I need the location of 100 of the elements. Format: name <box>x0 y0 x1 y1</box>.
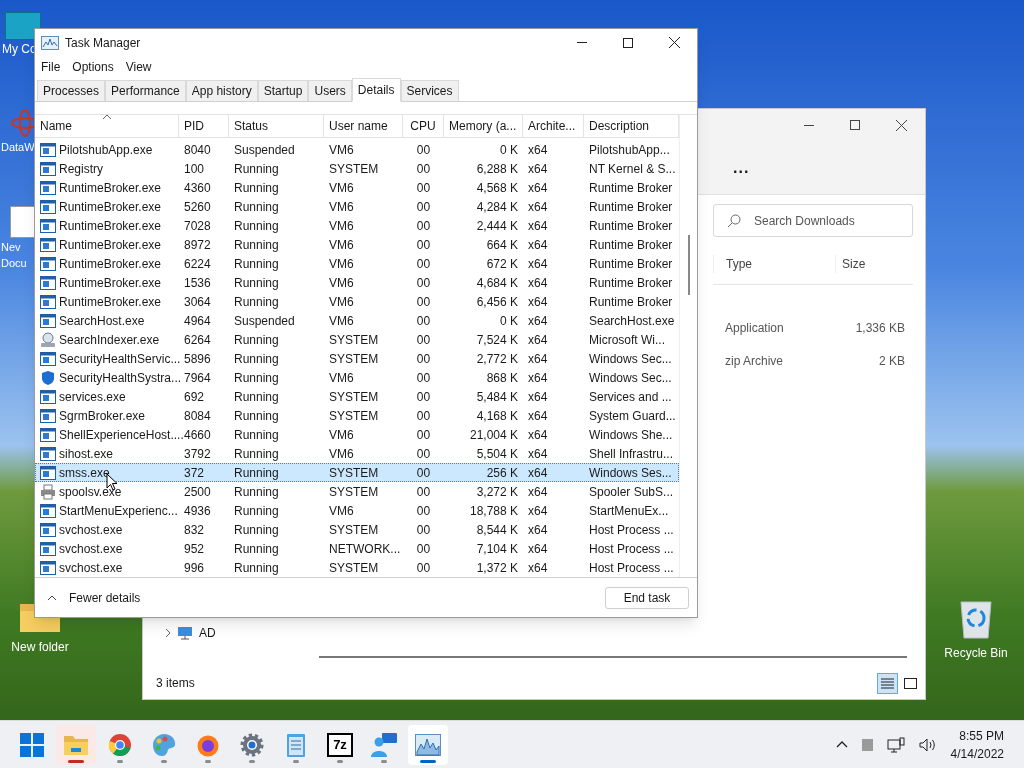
menu-item[interactable]: View <box>121 58 156 76</box>
minimize-icon[interactable] <box>804 124 814 126</box>
menu-item[interactable]: Options <box>68 58 118 76</box>
tab[interactable]: App history <box>185 80 258 101</box>
search-field[interactable]: Search Downloads <box>713 204 913 237</box>
table-cell-text: x64 <box>528 217 548 235</box>
process-row[interactable]: StartMenuExperienc... 4936 Running VM6 00 18,788 K x64 StartMenuEx... <box>35 501 679 520</box>
table-cell-text: SgrmBroker.exe <box>59 407 146 425</box>
taskbar-button[interactable] <box>56 724 96 765</box>
application-icon <box>40 560 56 575</box>
table-cell-text: SecurityHealthSystra... <box>59 369 182 387</box>
table-cell-text: 4936 <box>184 502 211 520</box>
process-row[interactable]: SgrmBroker.exe 8084 Running SYSTEM 00 4,168 K x64 System Guard... <box>35 406 679 425</box>
process-row[interactable]: RuntimeBroker.exe 5260 Running VM6 00 4,284 K x64 Runtime Broker <box>35 197 679 216</box>
column-header[interactable]: Archite... <box>523 115 584 138</box>
tab[interactable]: Details <box>351 78 401 102</box>
tab[interactable]: Users <box>308 80 352 101</box>
process-row[interactable]: SearchHost.exe 4964 Suspended VM6 00 0 K x64 SearchHost.exe <box>35 311 679 330</box>
column-header[interactable]: User name <box>324 115 403 138</box>
table-cell-text: VM6 <box>329 426 354 444</box>
table-cell-text: 00 <box>416 426 431 444</box>
process-row[interactable]: RuntimeBroker.exe 4360 Running VM6 00 4,568 K x64 Runtime Broker <box>35 178 679 197</box>
fewer-details-link[interactable]: Fewer details <box>69 588 141 607</box>
process-row[interactable]: svchost.exe 996 Running SYSTEM 00 1,372 K x64 Host Process ... <box>35 558 679 577</box>
column-header[interactable]: Memory (a... <box>444 115 523 138</box>
process-row[interactable]: RuntimeBroker.exe 8972 Running VM6 00 664 K x64 Runtime Broker <box>35 235 679 254</box>
close-icon[interactable] <box>669 37 680 48</box>
table-cell-text: x64 <box>528 464 548 482</box>
column-header[interactable]: PID <box>179 115 229 138</box>
process-row[interactable]: ShellExperienceHost....4660 Running VM6 00 21,004 K x64 Windows She... <box>35 425 679 444</box>
table-cell-text: x64 <box>528 445 548 463</box>
taskbar-button[interactable] <box>408 724 448 765</box>
column-header[interactable]: Description <box>584 115 679 138</box>
table-cell-text: 8040 <box>184 141 211 159</box>
clock[interactable]: 8:55 PM 4/14/2022 <box>950 726 1004 763</box>
table-cell-text: svchost.exe <box>59 521 123 539</box>
details-view-button[interactable] <box>877 672 898 694</box>
process-row[interactable]: RuntimeBroker.exe 6224 Running VM6 00 672 K x64 Runtime Broker <box>35 254 679 273</box>
maximize-icon[interactable] <box>850 120 860 130</box>
table-cell-text: StartMenuExperienc... <box>59 502 178 520</box>
process-row[interactable]: RuntimeBroker.exe 1536 Running VM6 00 4,684 K x64 Runtime Broker <box>35 273 679 292</box>
taskbar-button[interactable]: 7z <box>320 724 360 765</box>
table-cell-text: 5896 <box>184 350 211 368</box>
table-cell-text: 6,456 K <box>476 293 518 311</box>
chevron-right-icon[interactable] <box>165 628 171 638</box>
table-cell-text: Runtime Broker <box>589 217 673 235</box>
speaker-icon[interactable] <box>918 737 937 752</box>
process-row[interactable]: SearchIndexer.exe 6264 Running SYSTEM 00 7,524 K x64 Microsoft Wi... <box>35 330 679 349</box>
process-row[interactable]: services.exe 692 Running SYSTEM 00 5,484 K x64 Services and ... <box>35 387 679 406</box>
running-indicator <box>117 759 123 763</box>
close-icon[interactable] <box>896 119 907 131</box>
table-cell-text: SearchHost.exe <box>59 312 145 330</box>
table-cell-text: Running <box>234 198 279 216</box>
process-row[interactable]: Registry 100 Running SYSTEM 00 6,288 K x64 NT Kernel & S... <box>35 159 679 178</box>
table-cell-text: VM6 <box>329 293 354 311</box>
network-icon[interactable] <box>886 736 905 753</box>
tab[interactable]: Processes <box>37 80 106 101</box>
end-task-button[interactable]: End task <box>605 586 689 609</box>
table-cell-text: 2500 <box>184 483 211 501</box>
application-icon <box>40 237 56 252</box>
maximize-icon[interactable] <box>623 37 633 48</box>
chevron-up-icon[interactable] <box>835 741 848 748</box>
table-cell-text: SYSTEM <box>329 464 379 482</box>
square-icon <box>904 677 917 689</box>
table-cell-text: Running <box>234 369 279 387</box>
table-cell-text: 00 <box>416 464 431 482</box>
column-header[interactable]: CPU <box>403 115 444 138</box>
process-row[interactable]: SecurityHealthSystra... 7964 Running VM6 00 868 K x64 Windows Sec... <box>35 368 679 387</box>
tab[interactable]: Services <box>400 80 459 101</box>
table-cell-text: Windows Ses... <box>589 464 672 482</box>
process-row[interactable]: SecurityHealthServic... 5896 Running SYSTEM 00 2,772 K x64 Windows Sec... <box>35 349 679 368</box>
column-header[interactable]: Type <box>713 254 835 273</box>
process-row[interactable]: smss.exe 372 Running SYSTEM 00 256 K x64 Windows Ses... <box>35 463 679 482</box>
table-cell-text: System Guard... <box>589 407 676 425</box>
application-icon <box>40 275 56 290</box>
menu-item[interactable]: File <box>37 58 65 76</box>
table-cell-text: x64 <box>528 502 548 520</box>
tab[interactable]: Performance <box>105 80 186 101</box>
process-row[interactable]: sihost.exe 3792 Running VM6 00 5,504 K x64 Shell Infrastru... <box>35 444 679 463</box>
table-cell-text: VM6 <box>329 179 354 197</box>
chevron-up-icon[interactable] <box>47 594 57 601</box>
tab[interactable]: Startup <box>257 80 309 101</box>
column-header[interactable]: Size <box>834 254 913 273</box>
horizontal-scrollbar[interactable] <box>319 656 907 658</box>
table-cell-text: Runtime Broker <box>589 179 673 197</box>
process-row[interactable]: RuntimeBroker.exe 7028 Running VM6 00 2,444 K x64 Runtime Broker <box>35 216 679 235</box>
process-row[interactable]: svchost.exe 952 Running NETWORK... 00 7,104 K x64 Host Process ... <box>35 539 679 558</box>
table-cell-text: Host Process ... <box>589 521 674 539</box>
more-options-button[interactable]: ... <box>729 155 754 180</box>
column-header[interactable]: Name <box>35 115 179 138</box>
process-row[interactable]: PilotshubApp.exe 8040 Suspended VM6 00 0 K x64 PilotshubApp... <box>35 140 679 159</box>
nav-item-label[interactable]: AD <box>199 624 216 642</box>
process-row[interactable]: RuntimeBroker.exe 3064 Running VM6 00 6,456 K x64 Runtime Broker <box>35 292 679 311</box>
process-row[interactable]: svchost.exe 832 Running SYSTEM 00 8,544 K x64 Host Process ... <box>35 520 679 539</box>
table-cell-text: SYSTEM <box>329 388 379 406</box>
table-cell-text: VM6 <box>329 369 354 387</box>
application-icon <box>40 351 56 366</box>
process-row[interactable]: spoolsv.exe 2500 Running SYSTEM 00 3,272 K x64 Spooler SubS... <box>35 482 679 501</box>
table-cell-text: Host Process ... <box>589 540 674 558</box>
column-header[interactable]: Status <box>229 115 324 138</box>
